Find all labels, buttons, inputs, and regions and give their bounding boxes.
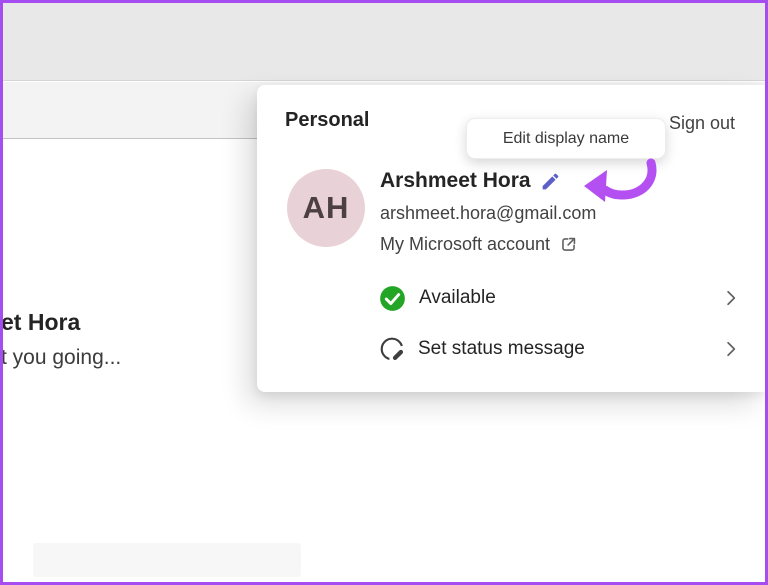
external-link-icon bbox=[559, 235, 578, 254]
my-microsoft-account-link[interactable]: My Microsoft account bbox=[380, 234, 578, 255]
set-status-message-label: Set status message bbox=[418, 338, 585, 360]
account-email: arshmeet.hora@gmail.com bbox=[380, 203, 596, 224]
display-name-row: Arshmeet Hora bbox=[380, 169, 561, 193]
availability-status-label: Available bbox=[419, 287, 496, 309]
presence-available-icon bbox=[379, 285, 406, 312]
chevron-right-icon bbox=[721, 339, 741, 359]
background-greeting-text: et Hora bbox=[1, 309, 80, 336]
background-subtitle-text: t you going... bbox=[1, 346, 121, 370]
set-status-message-row[interactable]: Set status message bbox=[379, 327, 749, 371]
background-input-box bbox=[33, 543, 301, 577]
screenshot-frame: AH et Hora t you going... Personal Sign … bbox=[0, 0, 768, 585]
display-name: Arshmeet Hora bbox=[380, 169, 531, 193]
edit-display-name-tooltip: Edit display name bbox=[466, 118, 666, 159]
availability-status-row[interactable]: Available bbox=[379, 276, 749, 320]
sign-out-button[interactable]: Sign out bbox=[669, 113, 735, 134]
status-message-icon bbox=[379, 336, 405, 362]
chevron-right-icon bbox=[721, 288, 741, 308]
app-title-bar bbox=[3, 3, 765, 81]
avatar-initials: AH bbox=[303, 190, 350, 226]
profile-avatar-large: AH bbox=[287, 169, 365, 247]
my-microsoft-account-label: My Microsoft account bbox=[380, 234, 550, 255]
popover-title: Personal bbox=[285, 109, 369, 132]
edit-display-name-pencil-icon[interactable] bbox=[540, 171, 561, 192]
